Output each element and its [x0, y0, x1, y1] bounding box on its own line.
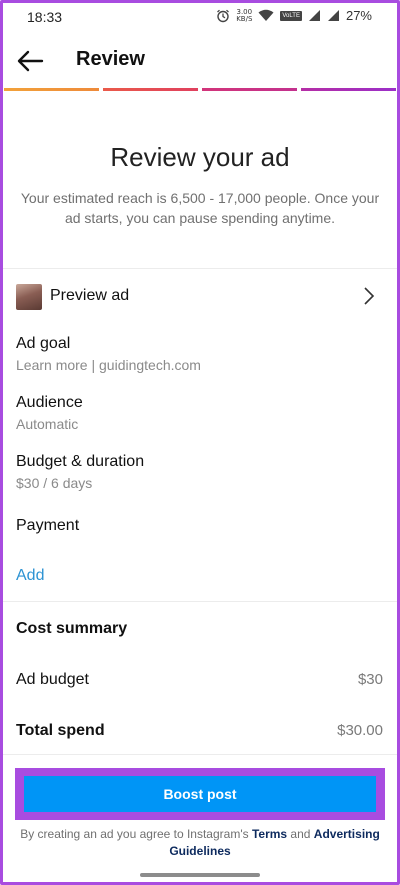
payment-label: Payment — [16, 517, 80, 534]
alarm-icon — [217, 9, 230, 22]
signal-icon — [308, 10, 320, 21]
budget-row[interactable]: Budget & duration $30 / 6 days — [16, 453, 384, 491]
terms-link[interactable]: Terms — [252, 827, 287, 841]
ad-goal-row[interactable]: Ad goal Learn more | guidingtech.com — [16, 335, 384, 373]
ad-goal-value: Learn more | guidingtech.com — [16, 357, 201, 373]
status-time: 18:33 — [27, 9, 63, 25]
chevron-right-icon[interactable] — [362, 286, 376, 306]
ad-budget-value: $30 — [357, 671, 383, 688]
signal-icon-2 — [327, 10, 339, 21]
add-payment-link[interactable]: Add — [16, 567, 44, 585]
divider — [0, 754, 400, 755]
ad-budget-row: Ad budget — [16, 671, 384, 689]
back-arrow-icon[interactable] — [16, 47, 44, 75]
ad-goal-label: Ad goal — [16, 335, 71, 352]
volte-icon: VoLTE — [280, 10, 302, 21]
divider — [0, 601, 400, 602]
wifi-icon — [258, 9, 274, 21]
payment-row: Payment — [16, 517, 384, 535]
progress-steps — [4, 88, 396, 91]
ad-thumbnail — [16, 284, 42, 310]
network-speed: 3.00 KB/S — [236, 7, 253, 23]
budget-value: $30 / 6 days — [16, 475, 93, 491]
audience-label: Audience — [16, 394, 83, 411]
boost-post-button[interactable]: Boost post — [24, 776, 376, 812]
status-bar: 18:33 3.00 KB/S VoLTE 27% — [0, 0, 400, 34]
progress-step-4 — [301, 88, 396, 91]
cost-summary-title: Cost summary — [16, 620, 128, 637]
app-header: Review — [0, 34, 400, 86]
progress-step-2 — [103, 88, 198, 91]
status-icons: 3.00 KB/S VoLTE 27% — [216, 8, 372, 23]
highlight-frame — [0, 0, 400, 885]
preview-ad-label[interactable]: Preview ad — [50, 287, 129, 305]
main-title: Review your ad — [110, 142, 290, 172]
ad-budget-label: Ad budget — [16, 671, 89, 688]
page-title: Review — [76, 48, 145, 70]
progress-step-1 — [4, 88, 99, 91]
reach-subtitle: Your estimated reach is 6,500 - 17,000 p… — [20, 190, 380, 226]
total-spend-row: Total spend — [16, 722, 384, 740]
total-spend-value: $30.00 — [337, 722, 383, 739]
battery-level: 27% — [345, 8, 372, 23]
audience-row[interactable]: Audience Automatic — [16, 394, 384, 432]
divider — [0, 268, 400, 269]
terms-text: By creating an ad you agree to Instagram… — [20, 827, 380, 858]
total-spend-label: Total spend — [16, 722, 105, 739]
gesture-nav-bar[interactable] — [140, 873, 260, 877]
progress-step-3 — [202, 88, 297, 91]
audience-value: Automatic — [16, 416, 79, 432]
budget-label: Budget & duration — [16, 453, 145, 470]
